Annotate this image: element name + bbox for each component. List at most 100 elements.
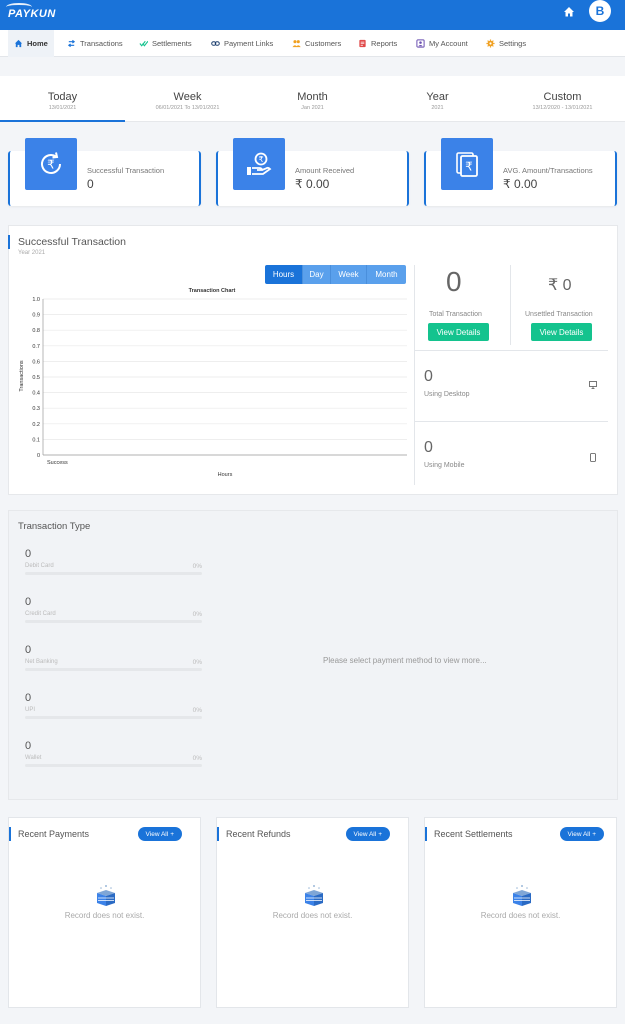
tt-name: UPI <box>25 707 36 713</box>
y-tick-label: 0.6 <box>32 359 40 365</box>
tab-label: Month <box>297 91 328 103</box>
total-transaction-value: 0 <box>446 266 462 297</box>
tt-progress-bar <box>25 572 202 575</box>
tt-name: Net Banking <box>25 659 58 665</box>
stat-label: Amount Received <box>295 166 355 175</box>
desktop-value: 0 <box>424 368 433 385</box>
nav-label: Settlements <box>152 39 192 48</box>
desktop-icon <box>589 381 597 389</box>
nav-home[interactable]: Home <box>8 30 54 57</box>
nav-settlements[interactable]: Settlements <box>139 30 192 57</box>
plus-icon: + <box>170 830 174 838</box>
mobile-icon <box>590 453 596 462</box>
divider <box>414 350 608 351</box>
y-tick-label: 0.3 <box>32 406 40 412</box>
nav-settings[interactable]: Settings <box>486 30 526 57</box>
panel-title: Transaction Type <box>18 521 91 532</box>
empty-box-icon <box>305 885 323 906</box>
recent-settlements-card: Recent Settlements View All + Record does… <box>424 817 617 1008</box>
tab-sublabel: Jan 2021 <box>301 105 324 111</box>
divider <box>414 421 608 422</box>
transaction-chart: Transaction Chart 0 0.1 0.2 0.3 0.4 0.5 0.6 0.7… <box>19 288 407 478</box>
tt-value: 0 <box>25 548 32 560</box>
tt-progress-bar <box>25 716 202 719</box>
chart-btn-hours[interactable]: Hours <box>265 265 302 284</box>
x-tick-label: Success <box>47 460 68 466</box>
transaction-type-row: 0 Credit Card 0% <box>25 596 202 636</box>
desktop-label: Using Desktop <box>424 391 470 398</box>
tt-name: Debit Card <box>25 563 54 569</box>
customers-icon <box>292 40 301 48</box>
period-tabs: Today 13/01/2021 Week 06/01/2021 To 13/01/… <box>0 76 625 122</box>
tab-custom[interactable]: Custom 13/12/2020 - 13/01/2021 <box>500 76 625 122</box>
view-all-settlements-button[interactable]: View All + <box>559 827 604 841</box>
nav-label: Home <box>27 39 48 48</box>
stat-value: ₹ 0.00 <box>295 177 330 191</box>
nav-customers[interactable]: Customers <box>292 30 341 57</box>
empty-box-icon <box>513 885 531 906</box>
top-bar: PAYKUN B <box>0 0 625 30</box>
nav-label: Customers <box>305 39 342 48</box>
tab-label: Week <box>173 91 202 103</box>
button-label: View All <box>353 830 377 838</box>
view-all-refunds-button[interactable]: View All + <box>345 827 390 841</box>
svg-text:₹: ₹ <box>258 155 263 164</box>
recent-refunds-card: Recent Refunds View All + Record does not… <box>216 817 409 1008</box>
account-icon <box>416 39 425 48</box>
y-tick-label: 0.7 <box>32 344 40 350</box>
y-tick-label: 0.2 <box>32 422 40 428</box>
empty-box-icon <box>97 885 115 906</box>
transactions-icon <box>67 39 76 48</box>
tt-progress-bar <box>25 764 202 767</box>
y-tick-label: 0.8 <box>32 328 40 334</box>
view-all-payments-button[interactable]: View All + <box>137 827 182 841</box>
home-icon[interactable] <box>563 6 575 18</box>
tab-week[interactable]: Week 06/01/2021 To 13/01/2021 <box>125 76 250 122</box>
chart-grid <box>42 298 407 456</box>
button-label: View All <box>145 830 169 838</box>
tt-name: Credit Card <box>25 611 56 617</box>
y-tick-label: 0.5 <box>32 375 40 381</box>
panel-subtitle: Year 2021 <box>18 250 46 256</box>
nav-my-account[interactable]: My Account <box>416 30 468 57</box>
mobile-label: Using Mobile <box>424 462 465 469</box>
tab-year[interactable]: Year 2021 <box>375 76 500 122</box>
empty-message: Record does not exist. <box>64 911 145 920</box>
reports-icon <box>359 39 366 48</box>
tt-value: 0 <box>25 692 32 704</box>
nav-payment-links[interactable]: Payment Links <box>211 30 273 57</box>
tab-today[interactable]: Today 13/01/2021 <box>0 76 125 122</box>
tt-progress-bar <box>25 620 202 623</box>
recent-payments-card: Recent Payments View All + Record does no… <box>8 817 201 1008</box>
tab-sublabel: 13/12/2020 - 13/01/2021 <box>532 105 593 111</box>
chart-btn-month[interactable]: Month <box>366 265 406 284</box>
tt-percent: 0% <box>192 707 202 714</box>
nav-reports[interactable]: Reports <box>358 30 397 57</box>
rupee-notes-icon: ₹ <box>441 138 493 190</box>
chart-range-buttons: Hours Day Week Month <box>265 265 406 284</box>
nav-transactions[interactable]: Transactions <box>67 30 123 57</box>
tt-percent: 0% <box>192 563 202 570</box>
total-view-details-button[interactable]: View Details <box>428 323 489 341</box>
svg-text:₹: ₹ <box>465 160 473 174</box>
chart-btn-day[interactable]: Day <box>302 265 330 284</box>
nav-label: Payment Links <box>224 39 274 48</box>
settlements-icon <box>139 40 148 47</box>
empty-message: Record does not exist. <box>480 911 561 920</box>
user-avatar[interactable]: B <box>589 0 611 22</box>
brand-logo[interactable]: PAYKUN <box>6 3 56 20</box>
nav-label: My Account <box>429 39 468 48</box>
y-tick-label: 0.4 <box>32 391 40 397</box>
total-transaction-label: Total Transaction <box>429 311 482 318</box>
gear-icon <box>486 39 495 48</box>
stat-value: 0 <box>87 177 94 191</box>
tab-month[interactable]: Month Jan 2021 <box>250 76 375 122</box>
panel-accent <box>425 827 427 841</box>
chart-btn-week[interactable]: Week <box>330 265 366 284</box>
stat-card-amount-received: ₹ Amount Received ₹ 0.00 <box>216 138 409 206</box>
tt-percent: 0% <box>192 755 202 762</box>
transaction-type-message: Please select payment method to view mor… <box>323 656 487 665</box>
stat-value: ₹ 0.00 <box>503 177 538 191</box>
unsettled-view-details-button[interactable]: View Details <box>531 323 592 341</box>
chart-title: Transaction Chart <box>189 288 236 294</box>
